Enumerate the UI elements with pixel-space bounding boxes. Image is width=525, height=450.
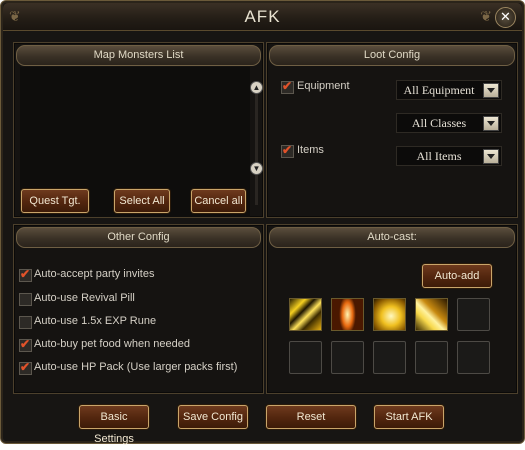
basic-settings-button[interactable]: Basic Settings	[79, 405, 149, 445]
dropdown-arrow-icon[interactable]	[483, 83, 499, 98]
auto-revival-pill-label: Auto-use Revival Pill	[34, 292, 135, 304]
equipment-select[interactable]: All Equipment	[396, 80, 502, 100]
map-monsters-header: Map Monsters List	[16, 45, 261, 66]
auto-cast-panel: Auto-cast: Auto-add	[266, 224, 518, 394]
scroll-up-icon[interactable]: ▲	[250, 81, 263, 94]
select-all-button[interactable]: Select All	[114, 189, 170, 213]
other-config-header: Other Config	[16, 227, 261, 248]
golden-radiance-skill-icon[interactable]	[373, 298, 406, 331]
classes-select[interactable]: All Classes	[396, 113, 502, 133]
quest-tgt-button[interactable]: Quest Tgt.	[21, 189, 89, 213]
auto-cast-header: Auto-cast:	[269, 227, 515, 248]
equipment-select-value: All Equipment	[403, 83, 475, 97]
save-config-button[interactable]: Save Config	[178, 405, 248, 429]
title-bar[interactable]: ❦ ❦ AFK ✕	[3, 3, 522, 31]
skill-slot-empty[interactable]	[457, 341, 490, 374]
auto-hp-pack-label: Auto-use HP Pack (Use larger packs first…	[34, 361, 238, 373]
skill-slot-empty[interactable]	[457, 298, 490, 331]
items-select[interactable]: All Items	[396, 146, 502, 166]
auto-buy-pet-food-label: Auto-buy pet food when needed	[34, 338, 190, 350]
loot-config-header: Loot Config	[269, 45, 515, 66]
skill-slot-empty[interactable]	[289, 341, 322, 374]
window-title: AFK	[244, 7, 281, 26]
scroll-down-icon[interactable]: ▼	[250, 162, 263, 175]
items-label: Items	[297, 144, 324, 156]
other-config-panel: Other Config Auto-accept party invites A…	[13, 224, 264, 394]
reset-button[interactable]: Reset	[266, 405, 356, 429]
start-afk-button[interactable]: Start AFK	[374, 405, 444, 429]
flame-spear-skill-icon[interactable]	[331, 298, 364, 331]
skill-slot-empty[interactable]	[415, 341, 448, 374]
claw-strike-skill-icon[interactable]	[289, 298, 322, 331]
dropdown-arrow-icon[interactable]	[483, 149, 499, 164]
loot-config-panel: Loot Config Equipment All Equipment All …	[266, 42, 518, 218]
monster-list-scrollbar[interactable]	[255, 87, 258, 205]
skill-slot-empty[interactable]	[331, 341, 364, 374]
dropdown-arrow-icon[interactable]	[483, 116, 499, 131]
auto-accept-party-checkbox[interactable]	[19, 267, 32, 282]
cancel-all-button[interactable]: Cancel all	[191, 189, 246, 213]
close-icon[interactable]: ✕	[495, 7, 516, 28]
skill-slot-empty[interactable]	[373, 341, 406, 374]
auto-hp-pack-checkbox[interactable]	[19, 360, 32, 375]
items-checkbox[interactable]	[281, 143, 294, 158]
afk-window: ❦ ❦ AFK ✕ Map Monsters List ▲ ▼ Quest Tg…	[0, 0, 525, 445]
items-select-value: All Items	[416, 149, 462, 163]
equipment-checkbox[interactable]	[281, 79, 294, 94]
auto-add-button[interactable]: Auto-add	[422, 264, 492, 288]
map-monsters-panel: Map Monsters List ▲ ▼ Quest Tgt. Select …	[13, 42, 264, 218]
auto-exp-rune-checkbox[interactable]	[19, 316, 32, 329]
auto-exp-rune-label: Auto-use 1.5x EXP Rune	[34, 315, 157, 327]
auto-buy-pet-food-checkbox[interactable]	[19, 337, 32, 352]
lightning-slash-skill-icon[interactable]	[415, 298, 448, 331]
auto-accept-party-label: Auto-accept party invites	[34, 268, 155, 280]
equipment-label: Equipment	[297, 80, 350, 92]
classes-select-value: All Classes	[411, 116, 467, 130]
auto-revival-pill-checkbox[interactable]	[19, 293, 32, 306]
